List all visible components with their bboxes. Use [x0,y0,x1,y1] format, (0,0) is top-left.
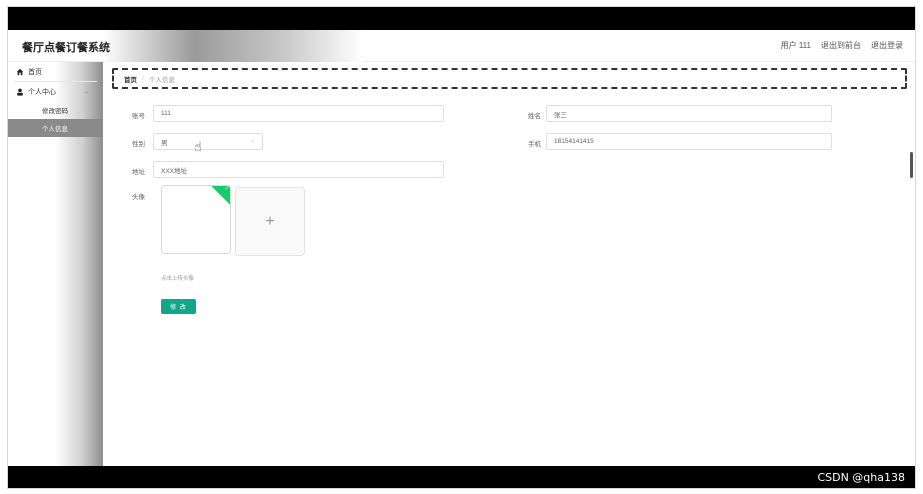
phone-field[interactable]: 18154141415 [546,133,832,150]
logout-link[interactable]: 退出登录 [871,40,903,51]
chevron-down-icon: ⌄ [249,138,255,144]
hand-cursor-icon: ☝ [194,139,202,154]
sidebar-item-label: 个人中心 [28,88,56,96]
home-icon [16,68,24,76]
submit-button[interactable]: 修 改 [161,299,196,314]
app-window: 餐厅点餐订餐系统 用户 111 退出到前台 退出登录 首页 个人中心 ⌄ 修改密… [7,6,916,489]
avatar-image[interactable]: ✓ [161,185,231,254]
top-black-bar [8,7,915,30]
sidebar-item-home[interactable]: 首页 [8,62,103,81]
sidebar-subitem-personal-info[interactable]: 个人信息 [8,119,103,137]
avatar-upload-button[interactable]: + [235,187,305,256]
phone-label: 手机 [528,141,541,148]
app-title: 餐厅点餐订餐系统 [22,42,110,54]
account-label: 账号 [132,113,145,120]
bottom-black-bar: CSDN @qha138 [8,466,915,488]
watermark: CSDN @qha138 [817,471,905,484]
upload-tip: 点击上传头像 [161,276,195,282]
gender-label: 性别 [132,141,145,148]
go-front-link[interactable]: 退出到前台 [821,40,861,51]
name-field[interactable]: 张三 [546,105,832,122]
header: 餐厅点餐订餐系统 用户 111 退出到前台 退出登录 [8,30,915,62]
breadcrumb-home[interactable]: 首页 [124,74,137,84]
name-label: 姓名 [528,113,541,120]
scrollbar-thumb[interactable] [910,152,913,178]
user-icon [16,88,24,96]
check-icon: ✓ [224,186,229,192]
address-field[interactable]: XXX地址 [153,161,444,178]
breadcrumb-current: 个人信息 [148,76,175,84]
avatar-label: 头像 [132,194,145,201]
sidebar-item-label: 首页 [28,68,42,76]
chevron-down-icon: ⌄ [83,89,89,95]
sidebar: 首页 个人中心 ⌄ 修改密码 个人信息 [8,62,103,468]
gender-select[interactable]: 男 ⌄ [153,133,263,150]
breadcrumb-separator: / [142,75,144,82]
sidebar-item-personal-center[interactable]: 个人中心 ⌄ [8,82,103,101]
header-actions: 用户 111 退出到前台 退出登录 [781,40,903,51]
plus-icon: + [265,212,275,230]
gender-select-value: 男 [161,139,168,147]
breadcrumb: 首页 / 个人信息 [112,68,907,89]
header-gradient [103,30,363,62]
address-label: 地址 [132,169,145,176]
user-label: 用户 111 [780,41,811,50]
account-field[interactable]: 111 [153,105,444,122]
sidebar-subitem-change-password[interactable]: 修改密码 [8,101,103,119]
